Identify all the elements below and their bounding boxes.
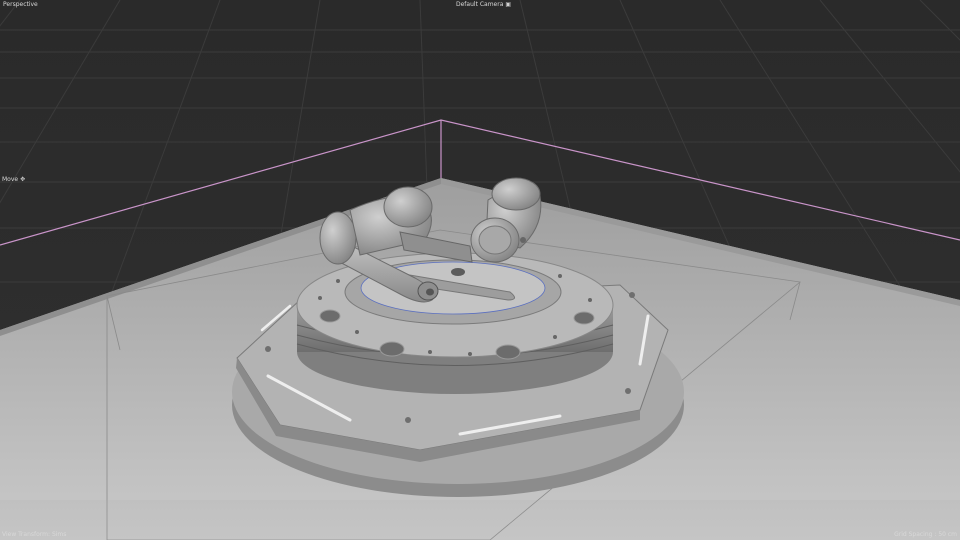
projection-label[interactable]: Perspective [3, 1, 38, 9]
floor-shadow [0, 500, 960, 540]
grid-spacing-status: Grid Spacing : 50 cm [894, 531, 957, 539]
move-icon: ✥ [20, 176, 26, 183]
view-transform-value: Sims [51, 531, 67, 538]
grid-spacing-value: 50 cm [938, 531, 957, 538]
camera-text: Default Camera [456, 1, 504, 8]
grid-spacing-prefix: Grid Spacing : [894, 531, 937, 538]
3d-viewport[interactable]: Perspective Default Camera ▣ Move ✥ View T… [0, 0, 960, 540]
camera-selector[interactable]: Default Camera ▣ [456, 1, 511, 9]
tool-text: Move [2, 176, 19, 183]
camera-icon: ▣ [505, 1, 512, 8]
view-transform-prefix: View Transform: [2, 531, 51, 538]
scene-canvas[interactable] [0, 0, 960, 540]
projection-text: Perspective [3, 1, 38, 8]
charging-dock-body[interactable] [296, 252, 614, 394]
active-tool-indicator[interactable]: Move ✥ [2, 176, 25, 184]
view-transform-status[interactable]: View Transform: Sims [2, 531, 66, 539]
